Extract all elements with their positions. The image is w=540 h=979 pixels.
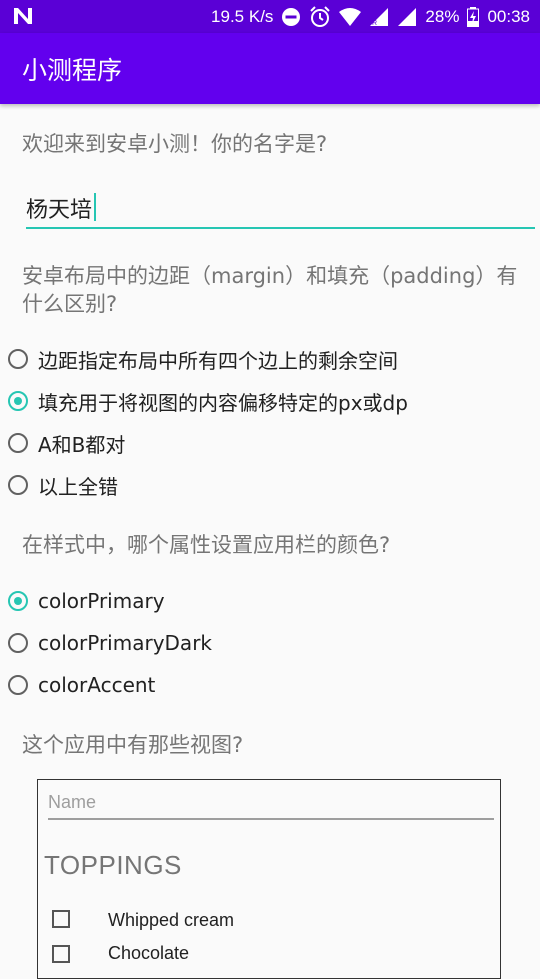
question-1-text: 欢迎来到安卓小测！你的名字是? <box>22 132 328 156</box>
q3-option-3[interactable]: colorAccent <box>8 670 155 700</box>
network-speed: 19.5 K/s <box>211 6 274 26</box>
image-toppings-heading: TOPPINGS <box>44 850 182 880</box>
image-topping-2: Chocolate <box>108 943 190 963</box>
question-4-text: 这个应用中有那些视图? <box>22 733 244 757</box>
battery-percent: 28% <box>425 6 460 26</box>
app-bar: 小测程序 <box>0 33 540 104</box>
q3-option-1[interactable]: colorPrimary <box>8 586 165 616</box>
do-not-disturb-icon <box>281 7 301 27</box>
image-checkbox <box>52 910 70 928</box>
image-name-placeholder: Name <box>48 792 97 812</box>
wifi-icon <box>339 7 362 26</box>
radio-button[interactable] <box>8 475 28 495</box>
radio-button-checked[interactable] <box>8 391 28 411</box>
signal-icon: R <box>369 7 389 27</box>
radio-button[interactable] <box>8 633 28 653</box>
signal-icon-2 <box>397 7 417 27</box>
notification-n-icon <box>14 8 32 24</box>
q2-option-4-label: 以上全错 <box>38 474 118 499</box>
question-2-text: 安卓布局中的边距（margin）和填充（padding）有什么区别? <box>22 264 518 316</box>
clock-time: 00:38 <box>487 6 530 26</box>
svg-text:R: R <box>372 20 377 27</box>
q2-option-2[interactable]: 填充用于将视图的内容偏移特定的px或dp <box>8 386 408 416</box>
q2-option-4[interactable]: 以上全错 <box>8 470 118 500</box>
alarm-icon <box>309 5 331 28</box>
radio-button[interactable] <box>8 433 28 453</box>
image-checkbox <box>52 945 70 963</box>
q3-option-1-label: colorPrimary <box>38 589 165 613</box>
text-caret <box>94 193 96 221</box>
q3-option-2-label: colorPrimaryDark <box>38 631 212 655</box>
battery-charging-icon <box>467 6 480 27</box>
q3-option-2[interactable]: colorPrimaryDark <box>8 628 212 658</box>
status-bar: 19.5 K/s R 28% 00:38 <box>0 0 540 33</box>
app-bar-title: 小测程序 <box>22 56 123 85</box>
name-field[interactable]: 杨天培 <box>26 189 535 229</box>
radio-button[interactable] <box>8 349 28 369</box>
image-topping-1: Whipped cream <box>108 910 235 930</box>
q2-option-2-label: 填充用于将视图的内容偏移特定的px或dp <box>38 390 408 415</box>
q2-option-1[interactable]: 边距指定布局中所有四个边上的剩余空间 <box>8 344 398 374</box>
name-field-underline <box>26 227 535 229</box>
radio-button[interactable] <box>8 675 28 695</box>
image-field-underline <box>48 818 494 820</box>
q3-option-3-label: colorAccent <box>38 673 156 697</box>
radio-button-checked[interactable] <box>8 591 28 611</box>
q2-option-3-label: A和B都对 <box>38 432 126 457</box>
question-3-text: 在样式中，哪个属性设置应用栏的颜色? <box>22 533 391 557</box>
q2-option-1-label: 边距指定布局中所有四个边上的剩余空间 <box>38 348 398 373</box>
q2-option-3[interactable]: A和B都对 <box>8 428 125 458</box>
question-4-image: Name TOPPINGS Whipped cream Chocolate <box>37 779 501 979</box>
name-field-value: 杨天培 <box>26 198 93 223</box>
